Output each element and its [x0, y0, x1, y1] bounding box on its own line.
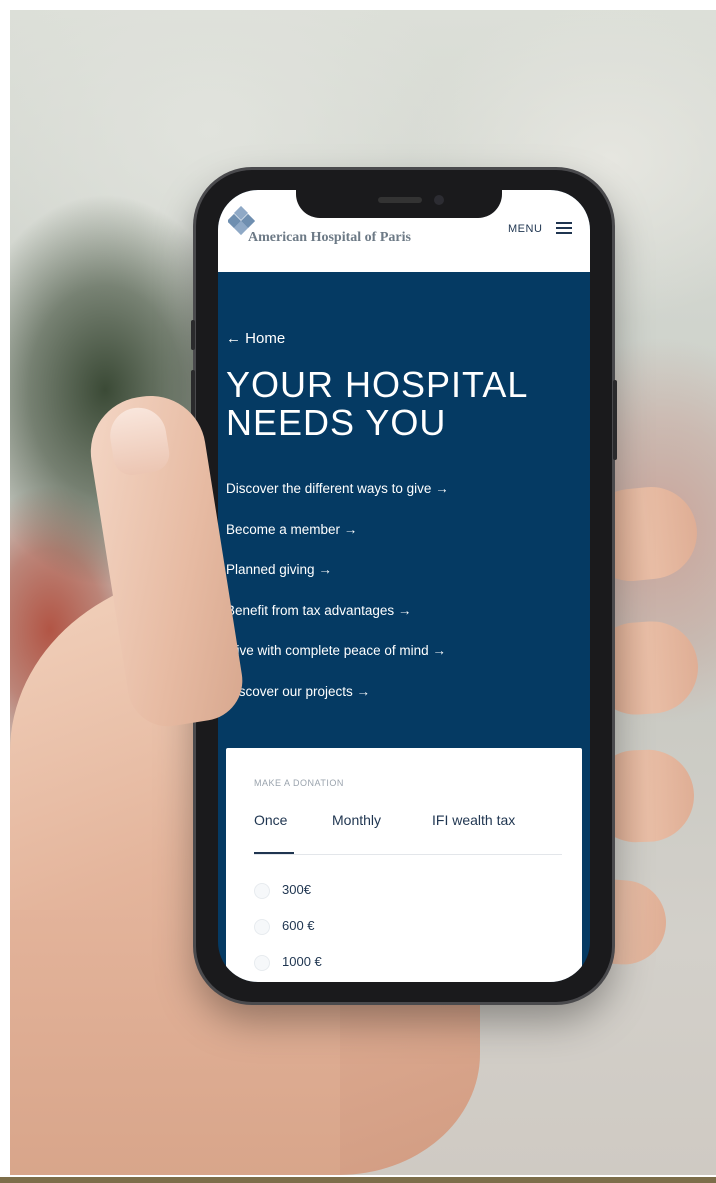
phone-side-button [191, 320, 195, 350]
phone-notch [296, 190, 502, 218]
link-become-member[interactable]: Become a member → [226, 521, 586, 562]
amount-label: 1000 € [282, 954, 322, 969]
giving-links: Discover the different ways to give → Be… [226, 480, 586, 724]
radio-button[interactable] [254, 883, 270, 899]
link-tax-advantages[interactable]: Benefit from tax advantages → [226, 602, 586, 643]
thumbnail-nail [106, 403, 172, 478]
radio-button[interactable] [254, 919, 270, 935]
link-peace-of-mind[interactable]: Give with complete peace of mind → [226, 642, 586, 683]
link-our-projects[interactable]: Discover our projects → [226, 683, 586, 724]
tab-monthly[interactable]: Monthly [332, 812, 381, 828]
amount-label: 600 € [282, 918, 315, 933]
menu-label[interactable]: MENU [508, 223, 542, 235]
logo-text[interactable]: American Hospital of Paris [248, 230, 411, 246]
selected-tab-indicator [254, 852, 294, 854]
radio-button[interactable] [254, 955, 270, 971]
page-title: YOUR HOSPITAL NEEDS YOU [226, 366, 586, 442]
phone-screen: American Hospital of Paris MENU ← Home Y… [218, 190, 590, 982]
title-line: NEEDS YOU [226, 402, 447, 443]
tab-ifi-wealth-tax[interactable]: IFI wealth tax [432, 812, 515, 828]
amount-label: 300€ [282, 882, 311, 897]
hamburger-icon[interactable] [556, 222, 572, 234]
link-planned-giving[interactable]: Planned giving → [226, 561, 586, 602]
donation-card: MAKE A DONATION Once Monthly IFI wealth … [226, 748, 582, 982]
phone-side-button [613, 380, 617, 460]
tab-once[interactable]: Once [254, 812, 287, 828]
smartphone: American Hospital of Paris MENU ← Home Y… [191, 170, 617, 1002]
title-line: YOUR HOSPITAL [226, 364, 529, 405]
link-ways-to-give[interactable]: Discover the different ways to give → [226, 480, 586, 521]
front-camera [434, 195, 444, 205]
speaker-grille [378, 197, 422, 203]
bottom-border [0, 1177, 716, 1183]
donation-heading: MAKE A DONATION [254, 778, 344, 788]
donation-tabs: Once Monthly IFI wealth tax [254, 812, 562, 855]
back-home-link[interactable]: ← Home [226, 330, 285, 347]
